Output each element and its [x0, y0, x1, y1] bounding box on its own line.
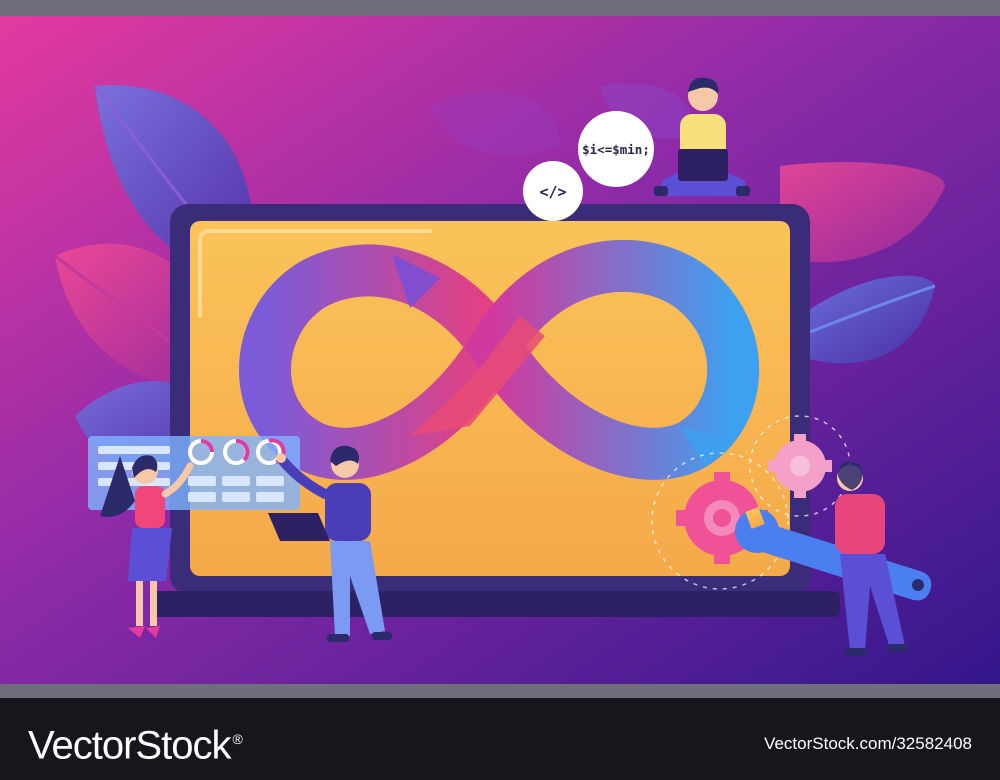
illustration-frame: </> $i<=$min; VectorStock ® VectorStock.… [0, 0, 1000, 780]
devops-illustration: </> $i<=$min; [0, 16, 1000, 684]
brand-logo: VectorStock ® [28, 716, 243, 768]
image-id-text: VectorStock.com/32582408 [764, 734, 972, 753]
bottom-border-strip [0, 684, 1000, 698]
laptop-base [150, 591, 840, 617]
watermark-bar: VectorStock ® VectorStock.com/32582408 [0, 698, 1000, 780]
brand-name: VectorStock [28, 723, 231, 768]
top-border-strip [0, 0, 1000, 16]
code-snippet-bubble: $i<=$min; [578, 111, 654, 187]
code-snippet-text: $i<=$min; [582, 142, 650, 157]
code-tag-icon: </> [539, 183, 566, 201]
registered-mark: ® [232, 731, 242, 747]
code-tag-bubble: </> [523, 161, 583, 221]
laptop-icon [678, 149, 728, 181]
